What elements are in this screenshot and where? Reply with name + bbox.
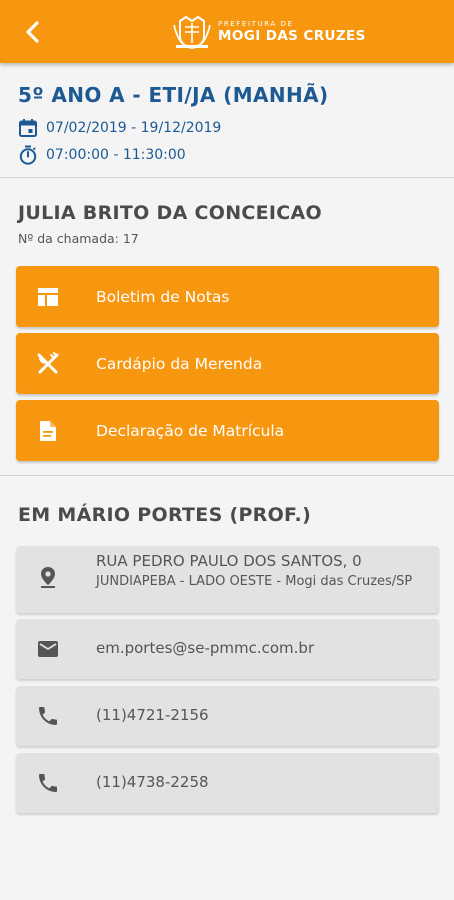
logo-big-text: MOGI DAS CRUZES: [218, 27, 366, 44]
city-crest-icon: [173, 15, 211, 49]
student-name: JULIA BRITO DA CONCEICAO: [18, 202, 322, 224]
class-info: 5º ANO A - ETI/JA (MANHÃ) 07/02/2019 - 1…: [18, 83, 438, 165]
phone-card-1[interactable]: (11)4721-2156: [16, 686, 439, 746]
class-title: 5º ANO A - ETI/JA (MANHÃ): [18, 83, 329, 107]
divider: [0, 475, 454, 476]
address-line-1: RUA PEDRO PAULO DOS SANTOS, 0: [96, 552, 362, 570]
divider: [0, 177, 454, 178]
address-line-2: JUNDIAPEBA - LADO OESTE - Mogi das Cruze…: [96, 574, 413, 589]
email-text: em.portes@se-pmmc.com.br: [96, 639, 315, 657]
school-name: EM MÁRIO PORTES (PROF.): [18, 504, 312, 526]
class-times-row: 07:00:00 - 11:30:00: [18, 145, 438, 165]
phone-2-text: (11)4738-2258: [96, 773, 209, 791]
enrollment-declaration-button[interactable]: Declaração de Matrícula: [16, 400, 439, 461]
report-card-button[interactable]: Boletim de Notas: [16, 266, 439, 327]
calendar-icon: [19, 119, 37, 137]
phone-card-2[interactable]: (11)4738-2258: [16, 753, 439, 813]
phone-icon: [39, 707, 57, 725]
school-menu-button[interactable]: Cardápio da Merenda: [16, 333, 439, 394]
report-card-icon: [38, 288, 58, 306]
logo-small-text: PREFEITURA DE: [218, 19, 294, 28]
location-pin-icon: [41, 567, 55, 588]
document-icon: [40, 421, 56, 441]
back-button[interactable]: [18, 16, 48, 48]
prefeitura-logo: PREFEITURA DE MOGI DAS CRUZES: [172, 14, 366, 50]
school-menu-label: Cardápio da Merenda: [96, 354, 263, 373]
timer-icon: [19, 145, 37, 165]
class-dates: 07/02/2019 - 19/12/2019: [46, 120, 222, 136]
chevron-left-icon: [26, 21, 39, 43]
call-number: Nº da chamada: 17: [18, 231, 139, 246]
app-header: PREFEITURA DE MOGI DAS CRUZES: [0, 0, 454, 63]
cutlery-icon: [37, 352, 59, 374]
report-card-label: Boletim de Notas: [96, 287, 230, 306]
class-dates-row: 07/02/2019 - 19/12/2019: [18, 119, 438, 137]
address-card[interactable]: RUA PEDRO PAULO DOS SANTOS, 0 JUNDIAPEBA…: [16, 546, 439, 613]
enrollment-declaration-label: Declaração de Matrícula: [96, 421, 285, 440]
class-times: 07:00:00 - 11:30:00: [46, 147, 186, 163]
phone-icon: [39, 774, 57, 792]
email-card[interactable]: em.portes@se-pmmc.com.br: [16, 619, 439, 679]
phone-1-text: (11)4721-2156: [96, 706, 209, 724]
email-icon: [38, 641, 58, 657]
